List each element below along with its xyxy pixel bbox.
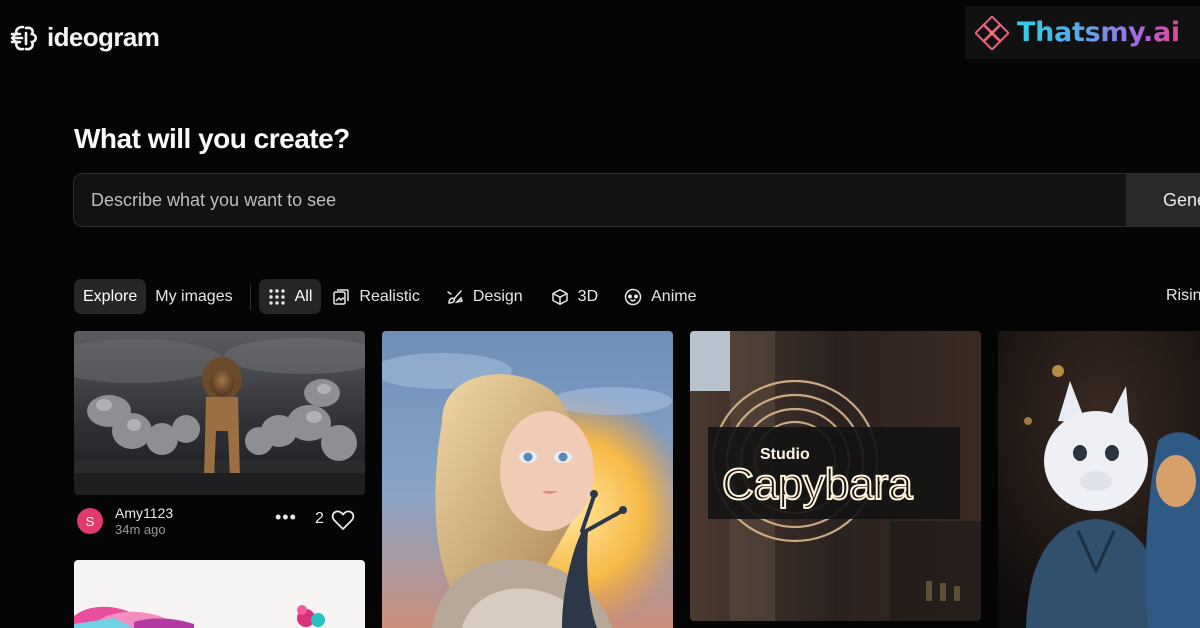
tab-my-images[interactable]: My images: [146, 279, 241, 314]
ideogram-wordmark: ideogram: [47, 22, 160, 52]
like-count: 2: [315, 510, 324, 527]
gallery-image-hearts[interactable]: [74, 560, 365, 628]
card-meta: S Amy1123 34m ago ••• 2: [74, 503, 365, 539]
category-all[interactable]: All: [258, 279, 322, 314]
category-label: Realistic: [359, 287, 420, 305]
divider: [249, 283, 251, 310]
username[interactable]: Amy1123: [115, 505, 173, 521]
page-title: What will you create?: [74, 123, 350, 154]
category-3d[interactable]: 3D: [542, 279, 607, 314]
photo-stack-icon: [333, 288, 350, 305]
generate-button[interactable]: Gene: [1126, 174, 1200, 226]
gallery-image-cartoon-cats[interactable]: [998, 331, 1200, 628]
more-dots-icon[interactable]: •••: [275, 507, 297, 528]
diamond-flower-icon: [975, 15, 1009, 50]
sign-text-capybara: Capybara: [722, 460, 913, 509]
filter-bar: Explore My images All Realistic Design 3…: [74, 279, 705, 314]
category-realistic[interactable]: Realistic: [323, 279, 428, 314]
tab-label: My images: [155, 287, 233, 305]
category-label: Anime: [651, 287, 697, 305]
timestamp: 34m ago: [115, 522, 166, 537]
category-label: 3D: [577, 287, 599, 305]
ideogram-logo[interactable]: ideogram: [9, 22, 160, 53]
heart-icon[interactable]: [331, 509, 355, 531]
prompt-bar: Gene: [73, 173, 1200, 227]
anime-face-icon: [624, 288, 642, 305]
cube-icon: [551, 288, 568, 305]
avatar[interactable]: S: [77, 508, 103, 534]
gallery-image-lion[interactable]: [74, 331, 365, 495]
tab-explore[interactable]: Explore: [74, 279, 147, 314]
ideogram-brain-icon: [10, 25, 38, 50]
gallery-image-girl-snail[interactable]: [382, 331, 673, 628]
thatsmy-watermark: Thatsmy.ai: [965, 6, 1200, 59]
grid-dots-icon: [268, 288, 285, 305]
category-label: All: [294, 287, 313, 305]
watermark-text: Thatsmy.ai: [1017, 17, 1180, 48]
prompt-input[interactable]: [74, 174, 1126, 226]
tab-label: Explore: [83, 287, 138, 305]
category-label: Design: [472, 287, 523, 305]
sort-dropdown[interactable]: Risin: [1166, 287, 1200, 305]
gallery-image-capybara-sign[interactable]: Studio Capybara: [690, 331, 981, 621]
category-design[interactable]: Design: [437, 279, 532, 314]
design-brush-icon: [447, 289, 463, 304]
category-anime[interactable]: Anime: [615, 279, 705, 314]
